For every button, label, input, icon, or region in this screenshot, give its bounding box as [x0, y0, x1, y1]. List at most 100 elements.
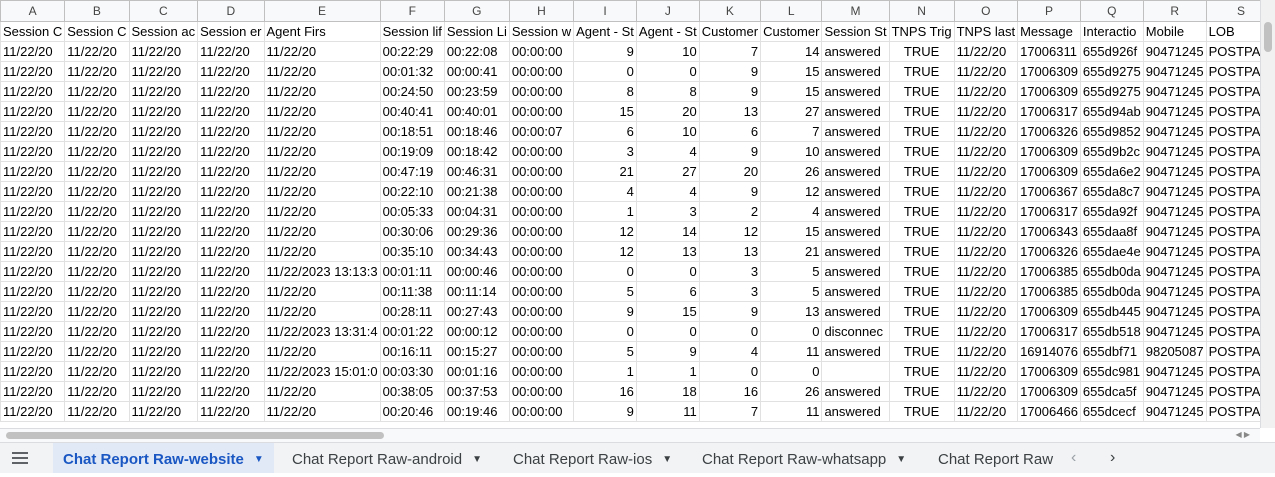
table-cell[interactable]: 11/22/20 — [64, 121, 130, 142]
table-cell[interactable]: answered — [821, 41, 890, 62]
table-cell[interactable]: 11/22/20 — [263, 381, 381, 402]
table-cell[interactable]: 655dca5f — [1079, 381, 1144, 402]
table-cell[interactable]: answered — [821, 241, 890, 262]
table-cell[interactable]: 12 — [573, 221, 637, 242]
table-cell[interactable]: 655d9275 — [1079, 81, 1144, 102]
column-header-l[interactable]: L — [760, 0, 823, 22]
table-cell[interactable]: POSTPAID — [1205, 201, 1260, 222]
column-header-q[interactable]: Q — [1079, 0, 1144, 22]
table-cell[interactable]: 11/22/20 — [263, 41, 381, 62]
table-cell[interactable]: 11/22/20 — [197, 241, 265, 262]
table-cell[interactable]: Message — [1017, 21, 1081, 42]
table-cell[interactable]: TRUE — [888, 401, 955, 422]
table-cell[interactable]: 00:18:46 — [443, 121, 510, 142]
table-cell[interactable]: 11/22/20 — [953, 81, 1019, 102]
table-cell[interactable]: 00:00:00 — [508, 341, 575, 362]
table-cell[interactable]: 11/22/20 — [953, 181, 1019, 202]
table-cell[interactable]: 11/22/20 — [128, 101, 199, 122]
table-cell[interactable]: 00:00:00 — [508, 321, 575, 342]
table-cell[interactable]: 00:40:01 — [443, 101, 510, 122]
table-cell[interactable]: 00:00:00 — [508, 281, 575, 302]
table-cell[interactable]: 00:00:00 — [508, 101, 575, 122]
table-cell[interactable]: 00:00:00 — [508, 301, 575, 322]
table-cell[interactable]: 0 — [760, 321, 823, 342]
table-cell[interactable]: answered — [821, 161, 890, 182]
table-cell[interactable]: POSTPAID — [1205, 61, 1260, 82]
table-cell[interactable]: TRUE — [888, 321, 955, 342]
table-cell[interactable]: 11/22/20 — [64, 301, 130, 322]
table-cell[interactable]: 11/22/20 — [953, 141, 1019, 162]
table-cell[interactable]: 7 — [698, 401, 762, 422]
table-cell[interactable]: 15 — [760, 61, 823, 82]
table-cell[interactable]: Interactio — [1079, 21, 1144, 42]
table-cell[interactable]: 5 — [573, 341, 637, 362]
table-cell[interactable]: POSTPAID — [1205, 241, 1260, 262]
table-cell[interactable]: 11/22/20 — [197, 381, 265, 402]
table-cell[interactable]: 9 — [573, 401, 637, 422]
table-cell[interactable]: 11/22/20 — [64, 261, 130, 282]
table-cell[interactable]: 655dcecf — [1079, 401, 1144, 422]
table-cell[interactable]: 90471245 — [1142, 381, 1207, 402]
table-cell[interactable]: 27 — [760, 101, 823, 122]
table-cell[interactable]: 15 — [760, 221, 823, 242]
table-cell[interactable]: 11/22/20 — [64, 341, 130, 362]
table-cell[interactable]: 00:00:12 — [443, 321, 510, 342]
table-cell[interactable]: 26 — [760, 161, 823, 182]
table-cell[interactable]: 11/22/20 — [953, 241, 1019, 262]
column-header-i[interactable]: I — [573, 0, 637, 22]
table-cell[interactable]: 00:22:29 — [379, 41, 445, 62]
table-cell[interactable]: POSTPAID — [1205, 401, 1260, 422]
table-cell[interactable]: TRUE — [888, 341, 955, 362]
table-cell[interactable]: 11/22/20 — [128, 361, 199, 382]
table-cell[interactable]: Session C — [64, 21, 130, 42]
table-cell[interactable]: 11/22/20 — [128, 61, 199, 82]
table-cell[interactable]: answered — [821, 261, 890, 282]
table-cell[interactable]: 11/22/20 — [0, 241, 66, 262]
table-cell[interactable]: Session lif — [379, 21, 445, 42]
table-cell[interactable]: 7 — [760, 121, 823, 142]
table-cell[interactable]: 655dc981 — [1079, 361, 1144, 382]
table-cell[interactable]: 11/22/20 — [64, 361, 130, 382]
table-cell[interactable]: 11/22/20 — [0, 161, 66, 182]
table-cell[interactable]: 0 — [573, 321, 637, 342]
table-cell[interactable]: 11/22/20 — [0, 61, 66, 82]
table-cell[interactable]: TRUE — [888, 81, 955, 102]
table-cell[interactable]: TRUE — [888, 381, 955, 402]
table-cell[interactable]: 9 — [698, 61, 762, 82]
table-cell[interactable]: 11/22/20 — [263, 161, 381, 182]
table-cell[interactable]: 11/22/20 — [953, 221, 1019, 242]
table-cell[interactable]: TRUE — [888, 261, 955, 282]
table-cell[interactable]: 655dae4e — [1079, 241, 1144, 262]
table-cell[interactable]: 11/22/2023 13:13:3 — [263, 261, 381, 282]
table-cell[interactable]: 655d9275 — [1079, 61, 1144, 82]
table-cell[interactable]: 11/22/20 — [128, 141, 199, 162]
column-header-b[interactable]: B — [64, 0, 130, 22]
all-sheets-menu-icon[interactable] — [12, 452, 28, 464]
table-cell[interactable]: 11 — [635, 401, 700, 422]
table-cell[interactable]: Agent Firs — [263, 21, 381, 42]
table-cell[interactable]: 00:00:00 — [508, 181, 575, 202]
table-cell[interactable]: Session w — [508, 21, 575, 42]
table-cell[interactable]: 11/22/20 — [64, 101, 130, 122]
table-cell[interactable]: 11/22/20 — [64, 141, 130, 162]
table-cell[interactable]: TRUE — [888, 201, 955, 222]
table-cell[interactable]: 11/22/20 — [953, 321, 1019, 342]
table-cell[interactable]: 4 — [573, 181, 637, 202]
table-cell[interactable]: 13 — [635, 241, 700, 262]
table-cell[interactable]: 11/22/20 — [197, 341, 265, 362]
table-cell[interactable]: 11/22/20 — [197, 41, 265, 62]
table-cell[interactable]: 13 — [698, 101, 762, 122]
table-cell[interactable]: 12 — [573, 241, 637, 262]
table-cell[interactable]: 16914076 — [1017, 341, 1081, 362]
caret-down-icon[interactable]: ▼ — [896, 443, 906, 476]
table-cell[interactable]: 17006317 — [1017, 101, 1081, 122]
table-cell[interactable]: 0 — [635, 321, 700, 342]
table-cell[interactable]: 98205087 — [1142, 341, 1207, 362]
table-cell[interactable]: 90471245 — [1142, 301, 1207, 322]
table-cell[interactable]: 655d9b2c — [1079, 141, 1144, 162]
table-cell[interactable]: Customer — [760, 21, 823, 42]
table-cell[interactable]: TRUE — [888, 61, 955, 82]
table-cell[interactable]: 90471245 — [1142, 361, 1207, 382]
table-cell[interactable]: 11/22/20 — [197, 161, 265, 182]
table-cell[interactable]: 17006311 — [1017, 41, 1081, 62]
